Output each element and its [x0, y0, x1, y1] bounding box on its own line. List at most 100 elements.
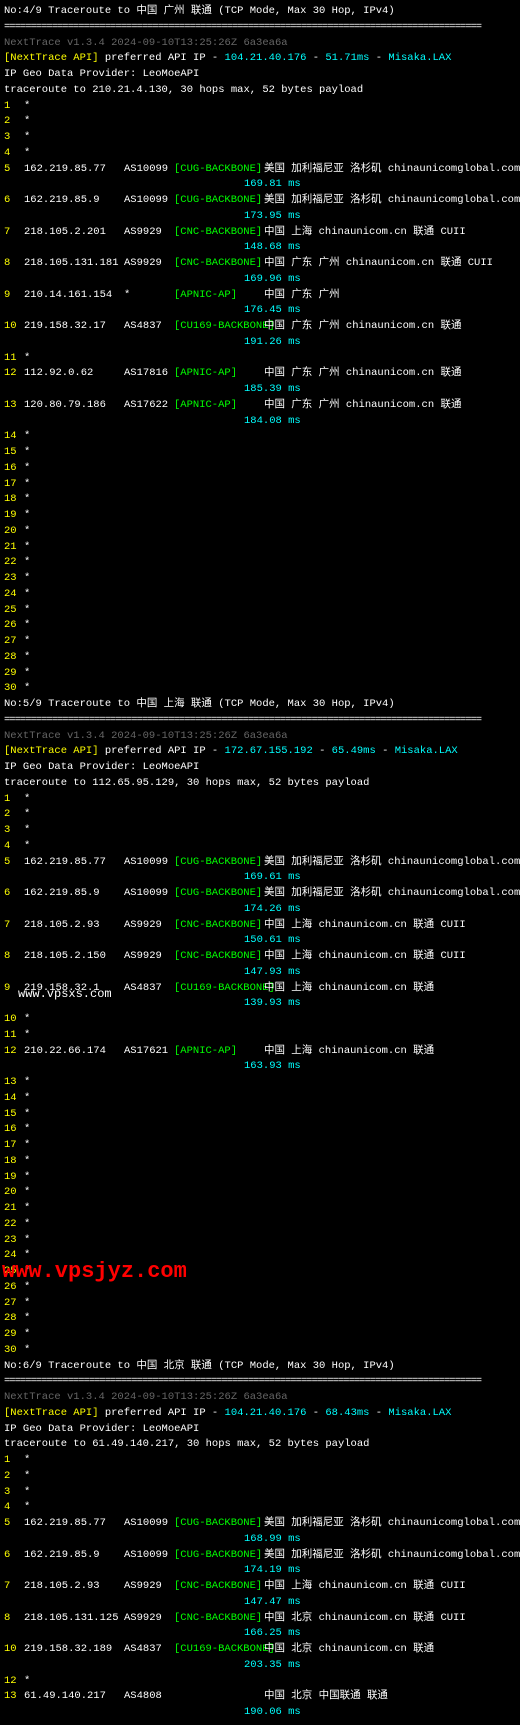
hop-latency: 184.08 ms — [4, 414, 516, 430]
hop-row: 4* — [4, 1500, 516, 1516]
hop-row: 1361.49.140.217AS4808中国 北京 中国联通 联通 — [4, 1689, 516, 1705]
hop-row: 11* — [4, 351, 516, 367]
hop-latency: 169.61 ms — [4, 870, 516, 886]
api-line: [NextTrace API] preferred API IP - 104.2… — [4, 51, 516, 67]
hop-row: 22* — [4, 555, 516, 571]
hop-row: 2* — [4, 1469, 516, 1485]
hop-row: 10* — [4, 1012, 516, 1028]
hop-row: 10219.158.32.17AS4837[CU169-BACKBONE]中国 … — [4, 319, 516, 335]
hop-latency: 190.06 ms — [4, 1705, 516, 1721]
target-line: traceroute to 112.65.95.129, 30 hops max… — [4, 776, 516, 792]
hop-row: 28* — [4, 650, 516, 666]
hop-latency: 148.68 ms — [4, 240, 516, 256]
hop-row: 5162.219.85.77AS10099[CUG-BACKBONE]美国 加利… — [4, 1516, 516, 1532]
hop-row: 6162.219.85.9AS10099[CUG-BACKBONE]美国 加利福… — [4, 886, 516, 902]
hop-row: 7218.105.2.201AS9929[CNC-BACKBONE]中国 上海 … — [4, 225, 516, 241]
hop-row: 12210.22.66.174AS17621[APNIC-AP]中国 上海 ch… — [4, 1044, 516, 1060]
hop-row: 8218.105.131.181AS9929[CNC-BACKBONE]中国 广… — [4, 256, 516, 272]
provider-line: IP Geo Data Provider: LeoMoeAPI — [4, 67, 516, 83]
hop-row: 13120.80.79.186AS17622[APNIC-AP]中国 广东 广州… — [4, 398, 516, 414]
target-line: traceroute to 210.21.4.130, 30 hops max,… — [4, 83, 516, 99]
hop-latency: 169.96 ms — [4, 272, 516, 288]
hop-row: 15* — [4, 445, 516, 461]
hop-row: 30* — [4, 1343, 516, 1359]
trace-header: No:4/9 Traceroute to 中国 广州 联通 (TCP Mode,… — [4, 4, 516, 20]
hop-row: 29* — [4, 1327, 516, 1343]
hop-latency: 173.95 ms — [4, 209, 516, 225]
hop-row: 23* — [4, 571, 516, 587]
hop-row: 24* — [4, 587, 516, 603]
divider: ========================================… — [4, 713, 516, 729]
hop-latency: 176.45 ms — [4, 303, 516, 319]
hop-row: 1* — [4, 792, 516, 808]
hop-row: 12* — [4, 1674, 516, 1690]
hop-row: 18* — [4, 1154, 516, 1170]
hop-latency: 163.93 ms — [4, 1059, 516, 1075]
hop-row: 23* — [4, 1233, 516, 1249]
hop-row: 14* — [4, 1091, 516, 1107]
hop-row: 10219.158.32.189AS4837[CU169-BACKBONE]中国… — [4, 1642, 516, 1658]
hop-row: 21* — [4, 1201, 516, 1217]
divider: ========================================… — [4, 1374, 516, 1390]
hop-row: 30* — [4, 681, 516, 697]
divider: ========================================… — [4, 20, 516, 36]
hop-row: 22* — [4, 1217, 516, 1233]
provider-line: IP Geo Data Provider: LeoMoeAPI — [4, 760, 516, 776]
hop-latency: 150.61 ms — [4, 933, 516, 949]
hop-row: 9210.14.161.154*[APNIC-AP]中国 广东 广州 — [4, 288, 516, 304]
version-line: NextTrace v1.3.4 2024-09-10T13:25:26Z 6a… — [4, 1390, 516, 1406]
hop-row: 20* — [4, 1185, 516, 1201]
hop-row: 6162.219.85.9AS10099[CUG-BACKBONE]美国 加利福… — [4, 193, 516, 209]
provider-line: IP Geo Data Provider: LeoMoeAPI — [4, 1422, 516, 1438]
hop-latency: 174.19 ms — [4, 1563, 516, 1579]
hop-latency: 191.26 ms — [4, 335, 516, 351]
hop-latency: 147.93 ms — [4, 965, 516, 981]
hop-row: 5162.219.85.77AS10099[CUG-BACKBONE]美国 加利… — [4, 855, 516, 871]
hop-latency: 166.25 ms — [4, 1626, 516, 1642]
hop-row: 28* — [4, 1311, 516, 1327]
api-line: [NextTrace API] preferred API IP - 172.6… — [4, 744, 516, 760]
hop-row: 8218.105.2.150AS9929[CNC-BACKBONE]中国 上海 … — [4, 949, 516, 965]
hop-row: 12112.92.0.62AS17816[APNIC-AP]中国 广东 广州 c… — [4, 366, 516, 382]
hop-row: 19* — [4, 508, 516, 524]
version-line: NextTrace v1.3.4 2024-09-10T13:25:26Z 6a… — [4, 36, 516, 52]
hop-row: 16* — [4, 1122, 516, 1138]
hop-row: 1* — [4, 1453, 516, 1469]
watermark-text: www.vpsxs.com — [18, 985, 112, 1003]
hop-row: 2* — [4, 114, 516, 130]
version-line: NextTrace v1.3.4 2024-09-10T13:25:26Z 6a… — [4, 729, 516, 745]
hop-row: 2* — [4, 807, 516, 823]
hop-latency: 169.81 ms — [4, 177, 516, 193]
hop-row: 26* — [4, 618, 516, 634]
hop-latency: 147.47 ms — [4, 1595, 516, 1611]
hop-row: 29* — [4, 666, 516, 682]
hop-row: 15* — [4, 1107, 516, 1123]
hop-row: 8218.105.131.125AS9929[CNC-BACKBONE]中国 北… — [4, 1611, 516, 1627]
hop-row: 16* — [4, 461, 516, 477]
hop-row: 7218.105.2.93AS9929[CNC-BACKBONE]中国 上海 c… — [4, 918, 516, 934]
hop-row: 1* — [4, 99, 516, 115]
hop-row: 7218.105.2.93AS9929[CNC-BACKBONE]中国 上海 c… — [4, 1579, 516, 1595]
hop-row: 27* — [4, 634, 516, 650]
hop-row: 25* — [4, 603, 516, 619]
hop-row: 18* — [4, 492, 516, 508]
hop-row: 6162.219.85.9AS10099[CUG-BACKBONE]美国 加利福… — [4, 1548, 516, 1564]
watermark-text-red: www.vpsjyz.com — [2, 1255, 187, 1288]
hop-row: 4* — [4, 839, 516, 855]
hop-row: 27* — [4, 1296, 516, 1312]
hop-row: 11* — [4, 1028, 516, 1044]
hop-latency: 203.35 ms — [4, 1658, 516, 1674]
hop-row: 13* — [4, 1075, 516, 1091]
hop-row: 14* — [4, 429, 516, 445]
hop-latency: 168.99 ms — [4, 1532, 516, 1548]
trace-header: No:5/9 Traceroute to 中国 上海 联通 (TCP Mode,… — [4, 697, 516, 713]
hop-latency: 185.39 ms — [4, 382, 516, 398]
hop-row: 5162.219.85.77AS10099[CUG-BACKBONE]美国 加利… — [4, 162, 516, 178]
hop-row: 21* — [4, 540, 516, 556]
hop-row: 20* — [4, 524, 516, 540]
hop-row: 3* — [4, 1485, 516, 1501]
hop-row: 4* — [4, 146, 516, 162]
api-line: [NextTrace API] preferred API IP - 104.2… — [4, 1406, 516, 1422]
hop-latency: 174.26 ms — [4, 902, 516, 918]
hop-row: 17* — [4, 1138, 516, 1154]
